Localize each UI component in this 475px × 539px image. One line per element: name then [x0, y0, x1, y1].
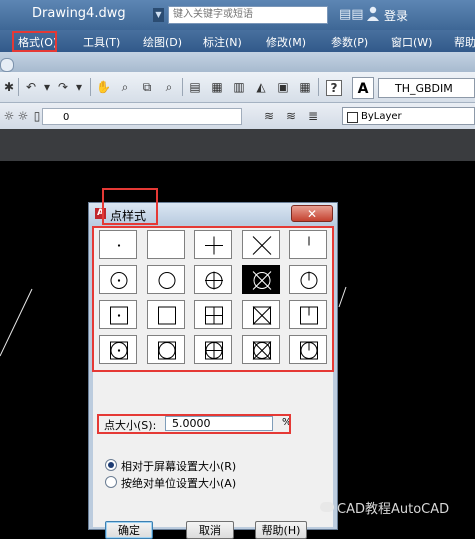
menu-draw[interactable]: 绘图(D): [143, 34, 182, 50]
highlight-point-size: [97, 414, 291, 434]
color-combo[interactable]: ByLayer: [342, 107, 475, 125]
close-button[interactable]: ✕: [291, 205, 333, 222]
radio-absolute-label: 按绝对单位设置大小(A): [121, 477, 237, 490]
radio-relative-row[interactable]: 相对于屏幕设置大小(R): [105, 458, 236, 474]
menu-help[interactable]: 帮助: [454, 34, 475, 50]
gear-icon[interactable]: ✱: [2, 80, 16, 94]
undo-dropdown-icon[interactable]: ▾: [40, 80, 54, 94]
menu-parameter[interactable]: 参数(P): [331, 34, 368, 50]
help-button[interactable]: 帮助(H): [255, 521, 307, 539]
zoom-previous-icon[interactable]: ⌕: [162, 80, 176, 94]
menu-window[interactable]: 窗口(W): [391, 34, 432, 50]
layer-name: 0: [63, 112, 70, 123]
title-dropdown-icon[interactable]: ▼: [153, 8, 164, 22]
radio-relative[interactable]: [105, 459, 117, 471]
title-bar: Drawing4.dwg ▼ ▤▤ 登录: [0, 0, 475, 30]
design-center-icon[interactable]: ▦: [210, 80, 224, 94]
document-title: Drawing4.dwg: [32, 6, 126, 21]
radio-absolute[interactable]: [105, 476, 117, 488]
toolbar-separator: [18, 78, 19, 96]
tool-palettes-icon[interactable]: ▥: [232, 80, 246, 94]
calculator-icon[interactable]: ▦: [298, 80, 312, 94]
layer-states-icon[interactable]: ≣: [306, 109, 320, 123]
user-icon[interactable]: [367, 6, 379, 21]
toolbar-separator: [318, 78, 319, 96]
zoom-window-icon[interactable]: ⧉: [140, 80, 154, 94]
layer-on-icon[interactable]: ☼: [2, 109, 16, 123]
tab-close-icon[interactable]: [0, 58, 14, 72]
login-link[interactable]: 登录: [384, 7, 408, 24]
drawing-line: [338, 286, 347, 308]
color-value: ByLayer: [361, 111, 402, 122]
redo-dropdown-icon[interactable]: ▾: [72, 80, 86, 94]
redo-icon[interactable]: ↷: [56, 80, 70, 94]
radio-relative-label: 相对于屏幕设置大小(R): [121, 460, 237, 473]
menu-tools[interactable]: 工具(T): [83, 34, 120, 50]
layer-freeze-icon[interactable]: ☼: [16, 109, 30, 123]
layer-previous-icon[interactable]: ≋: [284, 109, 298, 123]
ribbon-gap: [0, 129, 475, 161]
wechat-icon: [320, 502, 334, 512]
toolbar-separator: [182, 78, 183, 96]
help-icon[interactable]: ?: [326, 80, 342, 96]
properties-icon[interactable]: ▤: [188, 80, 202, 94]
watermark-text: CAD教程AutoCAD: [337, 502, 450, 517]
file-tab-strip: [0, 52, 475, 72]
search-input[interactable]: [168, 6, 328, 24]
undo-icon[interactable]: ↶: [24, 80, 38, 94]
highlight-style-grid: [92, 226, 334, 372]
highlight-format-menu: [12, 31, 57, 52]
radio-absolute-row[interactable]: 按绝对单位设置大小(A): [105, 475, 236, 491]
ok-button[interactable]: 确定: [105, 521, 153, 539]
sheet-set-icon[interactable]: ◭: [254, 80, 268, 94]
markup-icon[interactable]: ▣: [276, 80, 290, 94]
layer-combo[interactable]: 0: [42, 108, 242, 125]
menu-dimension[interactable]: 标注(N): [203, 34, 242, 50]
color-swatch: [347, 112, 358, 123]
match-layer-icon[interactable]: ≋: [262, 109, 276, 123]
cancel-button[interactable]: 取消: [186, 521, 234, 539]
binoculars-icon[interactable]: ▤▤: [339, 7, 364, 22]
zoom-realtime-icon[interactable]: ⌕: [118, 80, 132, 94]
highlight-dialog-title: [102, 188, 158, 225]
toolbar-separator: [90, 78, 91, 96]
drawing-line: [0, 288, 33, 357]
text-style-icon[interactable]: A: [352, 77, 374, 99]
pan-hand-icon[interactable]: ✋: [96, 80, 111, 94]
menu-modify[interactable]: 修改(M): [266, 34, 306, 50]
text-style-combo[interactable]: TH_GBDIM: [378, 78, 475, 98]
menu-bar: 格式(O) 工具(T) 绘图(D) 标注(N) 修改(M) 参数(P) 窗口(W…: [0, 30, 475, 52]
